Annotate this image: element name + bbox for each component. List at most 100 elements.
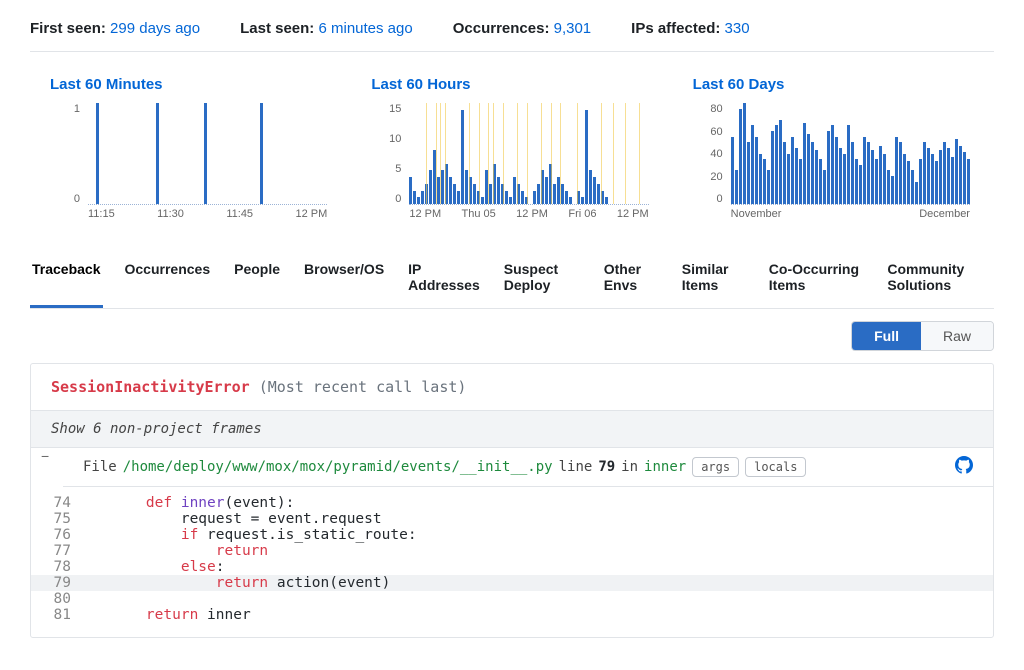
chart-bar[interactable]: [959, 146, 962, 204]
chart-bar[interactable]: [803, 123, 806, 204]
chart-bar[interactable]: [875, 159, 878, 204]
chart-bar[interactable]: [847, 125, 850, 204]
tab-browser-os[interactable]: Browser/OS: [302, 251, 386, 308]
chart-bar[interactable]: [879, 146, 882, 204]
chart-bar[interactable]: [779, 120, 782, 204]
tab-people[interactable]: People: [232, 251, 282, 308]
chart-bar[interactable]: [751, 125, 754, 204]
chart-bar[interactable]: [771, 131, 774, 204]
chart-bar[interactable]: [931, 154, 934, 205]
chart-bar[interactable]: [767, 170, 770, 204]
locals-button[interactable]: locals: [745, 457, 806, 477]
chart-bar[interactable]: [565, 191, 568, 204]
chart-bar[interactable]: [747, 142, 750, 204]
chart-bar[interactable]: [561, 184, 564, 204]
chart-bar[interactable]: [457, 191, 460, 204]
chart-bar[interactable]: [943, 142, 946, 204]
chart-bar[interactable]: [96, 103, 99, 204]
args-button[interactable]: args: [692, 457, 739, 477]
ips-affected-value[interactable]: 330: [725, 20, 750, 37]
chart-bar[interactable]: [883, 154, 886, 205]
chart-bar[interactable]: [887, 170, 890, 204]
chart-bar[interactable]: [915, 182, 918, 204]
chart-bar[interactable]: [923, 142, 926, 204]
chart-bar[interactable]: [935, 161, 938, 204]
collapse-icon[interactable]: −: [41, 448, 49, 464]
chart-bar[interactable]: [899, 142, 902, 204]
tab-occurrences[interactable]: Occurrences: [123, 251, 213, 308]
last-seen-value[interactable]: 6 minutes ago: [318, 20, 412, 37]
chart-bar[interactable]: [413, 191, 416, 204]
chart-bar[interactable]: [811, 142, 814, 204]
chart-bar[interactable]: [509, 197, 512, 204]
chart-bar[interactable]: [581, 197, 584, 204]
chart-bar[interactable]: [783, 142, 786, 204]
chart-bar[interactable]: [799, 159, 802, 204]
tab-similar-items[interactable]: Similar Items: [680, 251, 747, 308]
first-seen-value[interactable]: 299 days ago: [110, 20, 200, 37]
chart-bar[interactable]: [453, 184, 456, 204]
chart-bar[interactable]: [859, 165, 862, 204]
chart-bar[interactable]: [553, 184, 556, 204]
chart-bar[interactable]: [489, 184, 492, 204]
chart-bar[interactable]: [839, 148, 842, 204]
full-button[interactable]: Full: [852, 322, 921, 350]
chart-bar[interactable]: [823, 170, 826, 204]
chart-bar[interactable]: [763, 159, 766, 204]
chart-bar[interactable]: [807, 134, 810, 204]
chart-bar[interactable]: [739, 109, 742, 204]
chart-bar[interactable]: [156, 103, 159, 204]
chart-bar[interactable]: [787, 154, 790, 205]
tab-ip-addresses[interactable]: IP Addresses: [406, 251, 482, 308]
chart-bar[interactable]: [947, 148, 950, 204]
chart-bar[interactable]: [260, 103, 263, 204]
chart-bar[interactable]: [513, 177, 516, 204]
chart-bar[interactable]: [795, 148, 798, 204]
raw-button[interactable]: Raw: [921, 322, 993, 350]
chart-bar[interactable]: [731, 137, 734, 204]
chart-bar[interactable]: [461, 110, 464, 204]
tab-community-solutions[interactable]: Community Solutions: [885, 251, 994, 308]
chart-bar[interactable]: [481, 197, 484, 204]
chart-bar[interactable]: [907, 161, 910, 204]
chart-bar[interactable]: [967, 159, 970, 204]
file-path[interactable]: /home/deploy/www/mox/mox/pyramid/events/…: [123, 459, 553, 475]
chart-bar[interactable]: [417, 197, 420, 204]
chart-bar[interactable]: [569, 197, 572, 204]
chart-bar[interactable]: [505, 191, 508, 204]
chart-bar[interactable]: [951, 157, 954, 204]
chart-bar[interactable]: [421, 191, 424, 204]
chart-bar[interactable]: [465, 170, 468, 204]
chart-bar[interactable]: [815, 150, 818, 204]
chart-bar[interactable]: [855, 159, 858, 204]
occurrences-value[interactable]: 9,301: [554, 20, 592, 37]
chart-bar[interactable]: [537, 184, 540, 204]
chart-bar[interactable]: [521, 191, 524, 204]
chart-bar[interactable]: [449, 177, 452, 204]
chart-bar[interactable]: [819, 159, 822, 204]
chart-bar[interactable]: [863, 137, 866, 204]
chart-bar[interactable]: [939, 150, 942, 204]
chart-bar[interactable]: [755, 137, 758, 204]
chart-bar[interactable]: [891, 176, 894, 204]
chart-bar[interactable]: [927, 148, 930, 204]
chart-bar[interactable]: [791, 137, 794, 204]
chart-bar[interactable]: [919, 159, 922, 204]
chart-bar[interactable]: [831, 125, 834, 204]
show-non-project-frames[interactable]: Show 6 non-project frames: [31, 410, 993, 448]
tab-co-occurring-items[interactable]: Co-Occurring Items: [767, 251, 866, 308]
chart-bar[interactable]: [605, 197, 608, 204]
tab-other-envs[interactable]: Other Envs: [602, 251, 660, 308]
chart-bar[interactable]: [735, 170, 738, 204]
chart-bar[interactable]: [759, 154, 762, 205]
chart-bar[interactable]: [473, 184, 476, 204]
chart-bar[interactable]: [963, 152, 966, 204]
chart-bar[interactable]: [545, 177, 548, 204]
chart-bar[interactable]: [593, 177, 596, 204]
chart-bar[interactable]: [775, 125, 778, 204]
chart-bar[interactable]: [429, 170, 432, 204]
chart-bar[interactable]: [867, 142, 870, 204]
tab-traceback[interactable]: Traceback: [30, 251, 103, 308]
chart-bar[interactable]: [409, 177, 412, 204]
chart-bar[interactable]: [827, 131, 830, 204]
